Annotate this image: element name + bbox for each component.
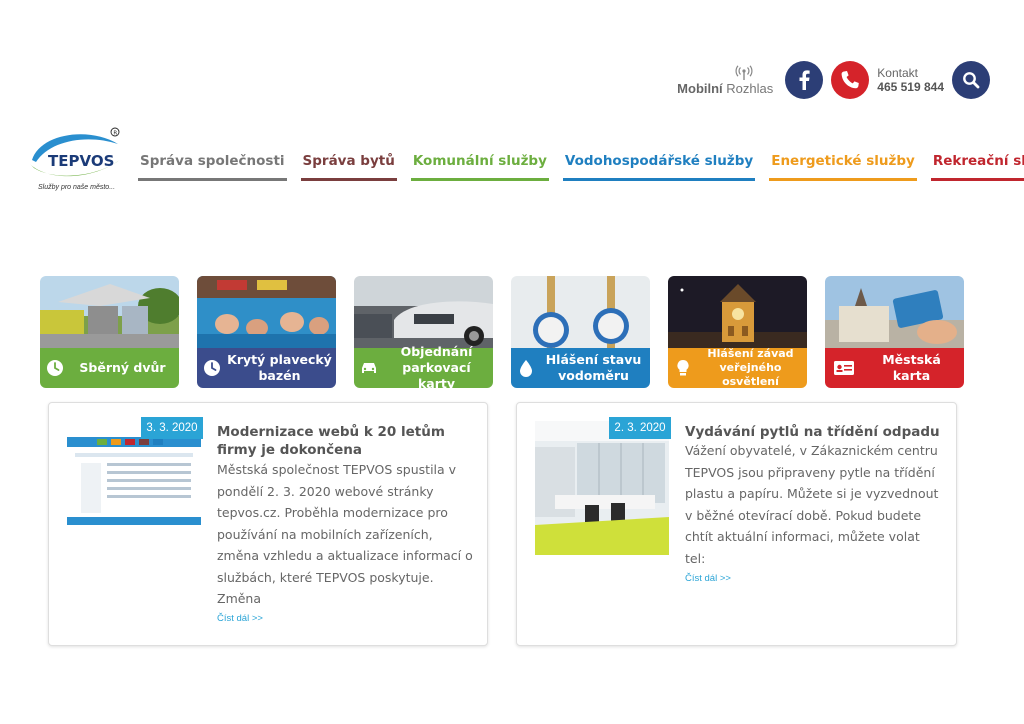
phone-button[interactable] bbox=[831, 61, 870, 99]
tile-footer: Krytý plavecký bazén bbox=[197, 348, 336, 388]
nav-energeticke-sluzby[interactable]: Energetické služby bbox=[769, 150, 917, 181]
tile-verejne-osvetleni[interactable]: Hlášení závad veřejného osvětlení bbox=[668, 276, 807, 388]
news-card[interactable]: 3. 3. 2020 Modernizace webů k 20 letům f… bbox=[48, 402, 488, 646]
tile-footer: Hlášení stavu vodoměru bbox=[511, 348, 650, 388]
tile-plavecky-bazen[interactable]: Krytý plavecký bazén bbox=[197, 276, 336, 388]
tile-label: Krytý plavecký bazén bbox=[227, 352, 332, 383]
id-card-icon bbox=[834, 361, 854, 375]
news-thumbnail-website bbox=[67, 437, 201, 525]
news-excerpt: Vážení obyvatelé, v Zákaznickém centru T… bbox=[685, 443, 939, 566]
nav-komunalni-sluzby[interactable]: Komunální služby bbox=[410, 150, 549, 181]
tile-photo-night-tower bbox=[668, 276, 807, 350]
tile-label: Městská karta bbox=[882, 352, 941, 383]
contact-info[interactable]: Kontakt 465 519 844 bbox=[877, 65, 944, 94]
tile-label: Hlášení stavu vodoměru bbox=[545, 352, 642, 383]
tile-label: Sběrný dvůr bbox=[79, 360, 166, 375]
tile-photo-collection-yard bbox=[40, 276, 179, 350]
news-title[interactable]: Modernizace webů k 20 letům firmy je dok… bbox=[217, 423, 472, 459]
tile-parkovaci-karty[interactable]: Objednání parkovací karty bbox=[354, 276, 493, 388]
tile-photo-parked-cars bbox=[354, 276, 493, 350]
tile-footer: Městská karta bbox=[825, 348, 964, 388]
contact-label: Kontakt bbox=[877, 65, 918, 80]
news-card[interactable]: 2. 3. 2020 Vydávání pytlů na třídění odp… bbox=[516, 402, 957, 646]
clock-icon bbox=[204, 360, 220, 376]
mobile-radio-link[interactable]: Mobilní Rozhlas bbox=[677, 64, 774, 96]
contact-phone[interactable]: 465 519 844 bbox=[877, 80, 944, 94]
tile-footer: Objednání parkovací karty bbox=[354, 344, 493, 388]
search-button[interactable] bbox=[952, 61, 990, 99]
top-utility-bar: Mobilní Rozhlas Kontakt 465 519 844 bbox=[677, 60, 994, 100]
broadcast-icon bbox=[735, 64, 753, 80]
tile-label: Hlášení závad veřejného osvětlení bbox=[707, 347, 794, 388]
quick-tiles: Sběrný dvůr Krytý plavecký bazén Objedná… bbox=[40, 276, 964, 388]
drop-icon bbox=[520, 360, 532, 377]
tile-photo-water-meters bbox=[511, 276, 650, 350]
phone-icon bbox=[841, 71, 860, 89]
nav-vodohospodarske-sluzby[interactable]: Vodohospodářské služby bbox=[562, 150, 756, 181]
tile-photo-swimming-pool bbox=[197, 276, 336, 350]
logo-text: TEPVOS bbox=[48, 152, 114, 170]
tile-photo-city-card bbox=[825, 276, 964, 350]
nav-sprava-spolecnosti[interactable]: Správa společnosti bbox=[138, 150, 287, 181]
news-date: 3. 3. 2020 bbox=[141, 417, 203, 439]
main-nav: Správa společnosti Správa bytů Komunální… bbox=[138, 150, 1024, 181]
nav-rekreacni-sluzby[interactable]: Rekreační služby bbox=[930, 150, 1024, 181]
tile-footer: Sběrný dvůr bbox=[40, 348, 179, 388]
bulb-icon bbox=[677, 359, 689, 376]
news-excerpt: Městská společnost TEPVOS spustila v pon… bbox=[217, 462, 473, 606]
tile-stav-vodomeru[interactable]: Hlášení stavu vodoměru bbox=[511, 276, 650, 388]
read-more-link[interactable]: Číst dál >> bbox=[685, 573, 731, 584]
tile-footer: Hlášení závad veřejného osvětlení bbox=[668, 347, 807, 388]
facebook-button[interactable] bbox=[785, 61, 824, 99]
nav-sprava-bytu[interactable]: Správa bytů bbox=[300, 150, 397, 181]
car-icon bbox=[362, 363, 376, 373]
tile-label: Objednání parkovací karty bbox=[400, 344, 473, 388]
search-icon bbox=[963, 72, 980, 89]
clock-icon bbox=[47, 360, 63, 376]
news-date: 2. 3. 2020 bbox=[609, 417, 671, 439]
mobile-radio-label: Mobilní Rozhlas bbox=[677, 80, 774, 96]
read-more-link[interactable]: Číst dál >> bbox=[217, 613, 263, 624]
news-thumbnail-customer-center bbox=[535, 421, 669, 555]
news-title[interactable]: Vydávání pytlů na třídění odpadu bbox=[685, 423, 945, 441]
tile-mestska-karta[interactable]: Městská karta bbox=[825, 276, 964, 388]
facebook-icon bbox=[799, 70, 810, 90]
logo-slogan: Služby pro naše město... bbox=[38, 184, 116, 191]
svg-text:R: R bbox=[113, 130, 117, 136]
tile-sberny-dvur[interactable]: Sběrný dvůr bbox=[40, 276, 179, 388]
